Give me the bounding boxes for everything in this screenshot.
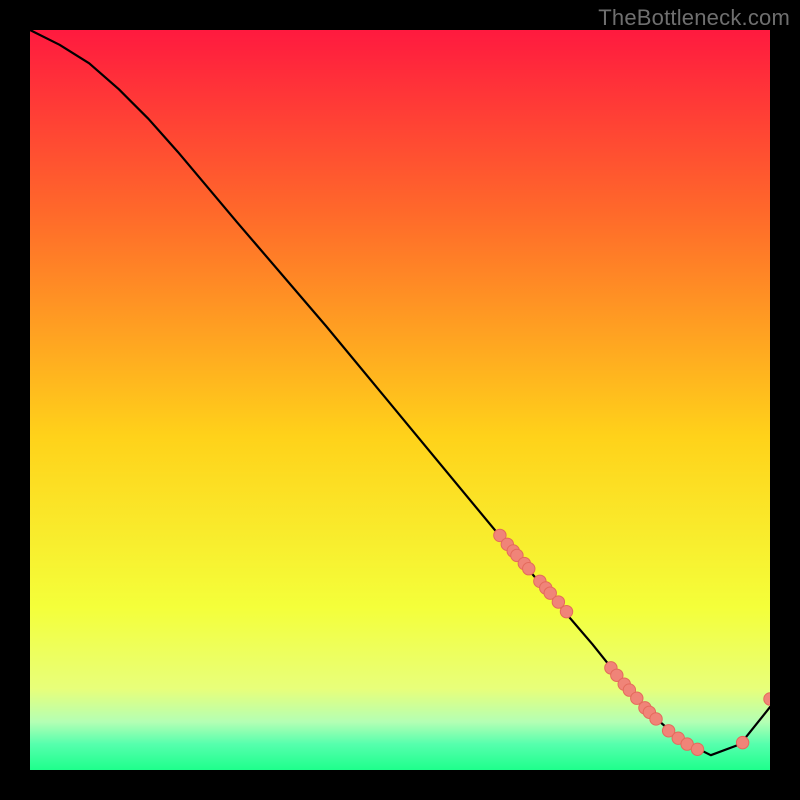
plot-area: [30, 30, 770, 770]
gradient-background: [30, 30, 770, 770]
data-point: [560, 605, 572, 617]
data-point: [691, 743, 703, 755]
data-point: [523, 563, 535, 575]
data-point: [736, 736, 748, 748]
chart-svg: [30, 30, 770, 770]
watermark-text: TheBottleneck.com: [598, 5, 790, 31]
data-point: [650, 713, 662, 725]
chart-frame: TheBottleneck.com: [0, 0, 800, 800]
